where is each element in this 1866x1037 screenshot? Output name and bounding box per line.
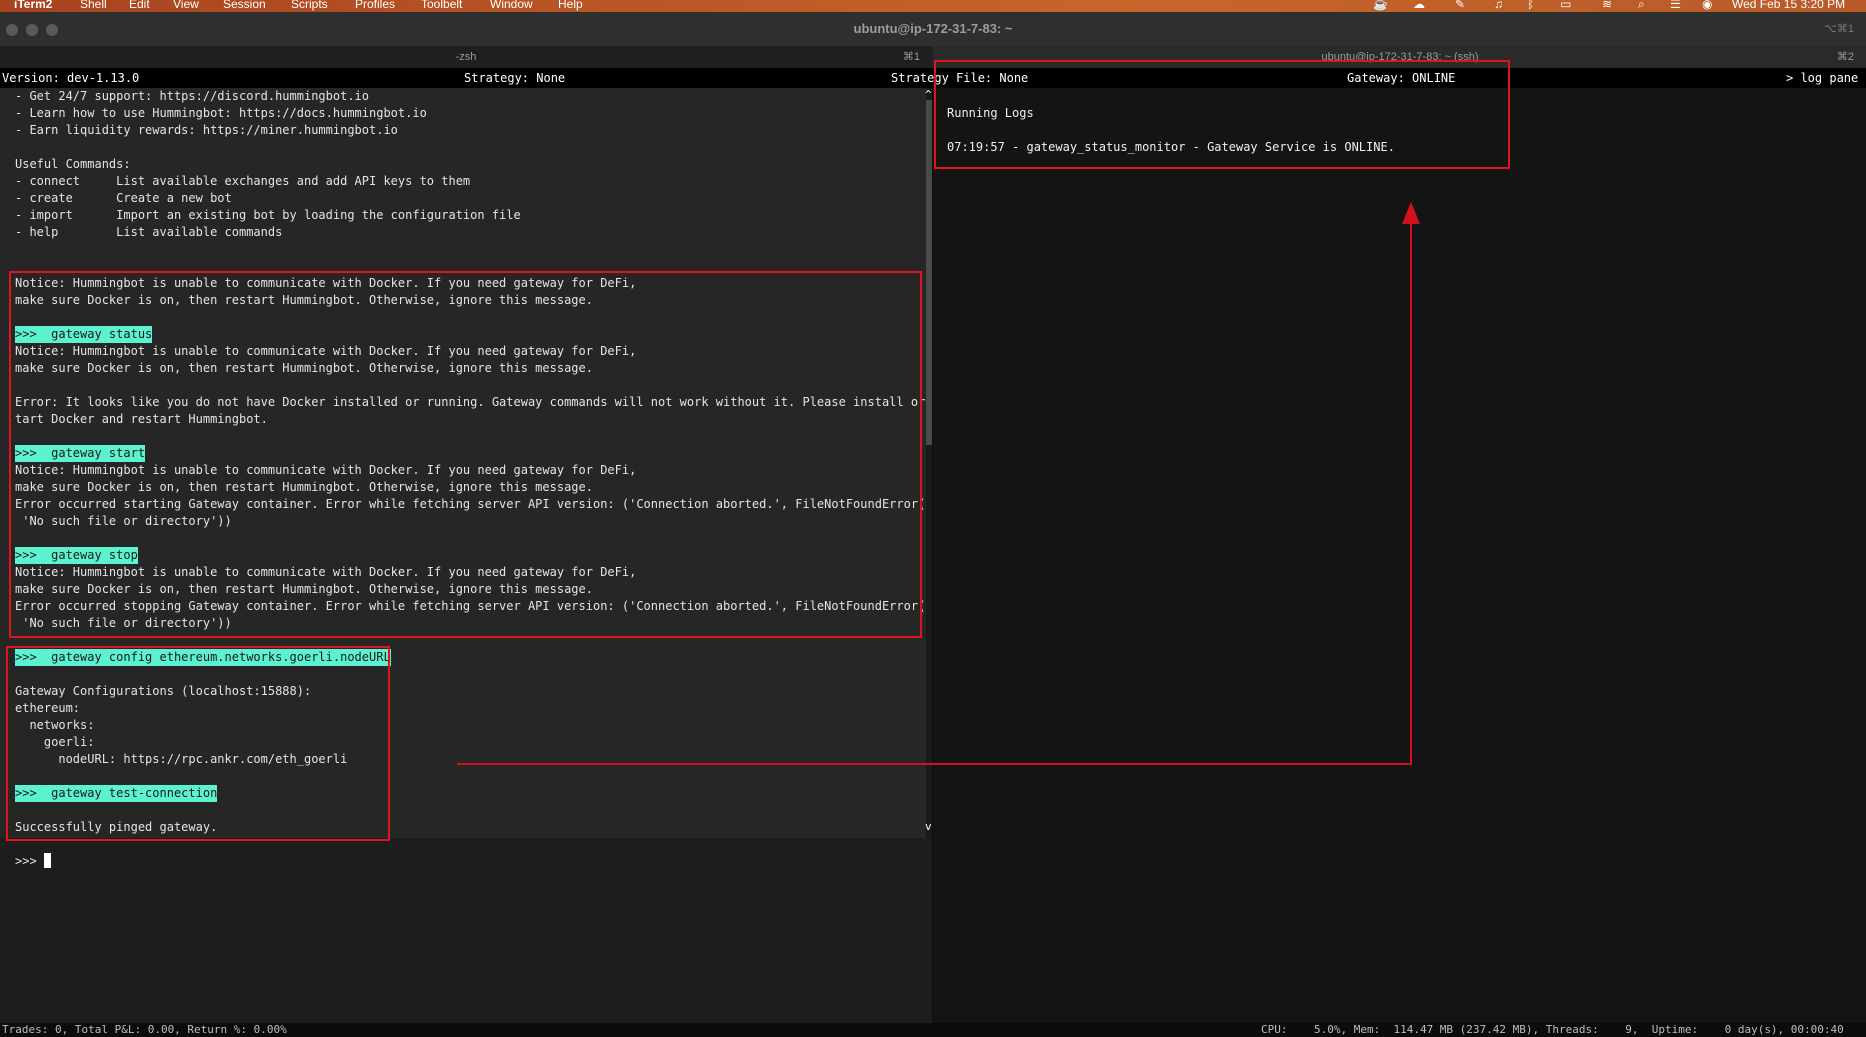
- menu-window[interactable]: Window: [490, 0, 533, 11]
- system-stats: CPU: 5.0%, Mem: 114.47 MB (237.42 MB), T…: [1261, 1023, 1844, 1036]
- tab-label: -zsh: [455, 51, 477, 63]
- command-input-area[interactable]: [0, 838, 932, 1023]
- output-line: - Earn liquidity rewards: https://miner.…: [15, 123, 398, 137]
- tab-shortcut: ⌘1: [902, 51, 920, 63]
- bottom-status-bar: Trades: 0, Total P&L: 0.00, Return %: 0.…: [0, 1023, 1866, 1037]
- menu-help[interactable]: Help: [558, 0, 583, 11]
- output-line: Useful Commands:: [15, 157, 131, 171]
- bluetooth-icon[interactable]: ᛒ: [1527, 0, 1534, 11]
- trades-summary: Trades: 0, Total P&L: 0.00, Return %: 0.…: [2, 1023, 287, 1036]
- strategy-label: Strategy: None: [464, 71, 566, 85]
- siri-icon[interactable]: ◉: [1702, 0, 1712, 11]
- annotation-box-running-logs: [934, 60, 1510, 169]
- coffee-icon[interactable]: ☕: [1373, 0, 1388, 11]
- feather-icon[interactable]: ✎: [1455, 0, 1465, 11]
- output-line: - help List available commands: [15, 225, 283, 239]
- annotation-box-gateway-config: [6, 646, 390, 841]
- scroll-up-arrow[interactable]: ^: [925, 88, 932, 101]
- search-icon[interactable]: ⌕: [1638, 0, 1645, 12]
- annotation-arrow-horizontal: [457, 763, 1412, 765]
- output-line: - connect List available exchanges and a…: [15, 174, 471, 188]
- tab-bar: -zsh ⌘1 ubuntu@ip-172-31-7-83: ~ (ssh) ⌘…: [0, 46, 1866, 68]
- menu-scripts[interactable]: Scripts: [291, 0, 328, 11]
- annotation-box-docker-errors: [9, 271, 922, 638]
- app-menu[interactable]: iTerm2: [14, 0, 52, 11]
- output-line: - create Create a new bot: [15, 191, 232, 205]
- command-prompt: >>>: [15, 854, 37, 868]
- battery-icon[interactable]: ▭: [1560, 0, 1571, 11]
- macos-menubar: iTerm2 Shell Edit View Session Scripts P…: [0, 0, 1866, 12]
- scroll-down-arrow[interactable]: v: [925, 820, 932, 833]
- wifi-icon[interactable]: ≋: [1602, 0, 1612, 11]
- annotation-arrowhead-icon: [1402, 202, 1420, 224]
- output-line: - Get 24/7 support: https://discord.humm…: [15, 89, 370, 103]
- hummingbot-status-bar: Version: dev-1.13.0 Strategy: None Strat…: [0, 68, 1866, 88]
- headphones-icon[interactable]: ♫: [1494, 0, 1503, 11]
- window-titlebar[interactable]: ubuntu@ip-172-31-7-83: ~ ⌥⌘1: [0, 12, 1866, 47]
- menu-session[interactable]: Session: [223, 0, 266, 11]
- menu-edit[interactable]: Edit: [129, 0, 150, 11]
- menu-view[interactable]: View: [173, 0, 199, 11]
- log-pane[interactable]: [934, 88, 1866, 1023]
- window-shortcut: ⌥⌘1: [1824, 23, 1854, 35]
- output-line: - Learn how to use Hummingbot: https://d…: [15, 106, 427, 120]
- window-title: ubuntu@ip-172-31-7-83: ~: [853, 21, 1013, 36]
- menu-shell[interactable]: Shell: [80, 0, 107, 11]
- menu-profiles[interactable]: Profiles: [355, 0, 395, 11]
- log-pane-toggle[interactable]: > log pane: [1786, 71, 1858, 85]
- input-cursor: [44, 853, 51, 868]
- control-center-icon[interactable]: ☰: [1670, 0, 1681, 11]
- tab-zsh[interactable]: -zsh ⌘1: [0, 46, 932, 68]
- annotation-arrow-vertical: [1410, 218, 1412, 765]
- tab-shortcut: ⌘2: [1836, 51, 1854, 63]
- version-label: Version: dev-1.13.0: [2, 71, 140, 85]
- output-line: - import Import an existing bot by loadi…: [15, 208, 521, 222]
- cloud-icon[interactable]: ☁: [1413, 0, 1425, 11]
- menu-toolbelt[interactable]: Toolbelt: [421, 0, 462, 11]
- menubar-clock[interactable]: Wed Feb 15 3:20 PM: [1732, 0, 1845, 11]
